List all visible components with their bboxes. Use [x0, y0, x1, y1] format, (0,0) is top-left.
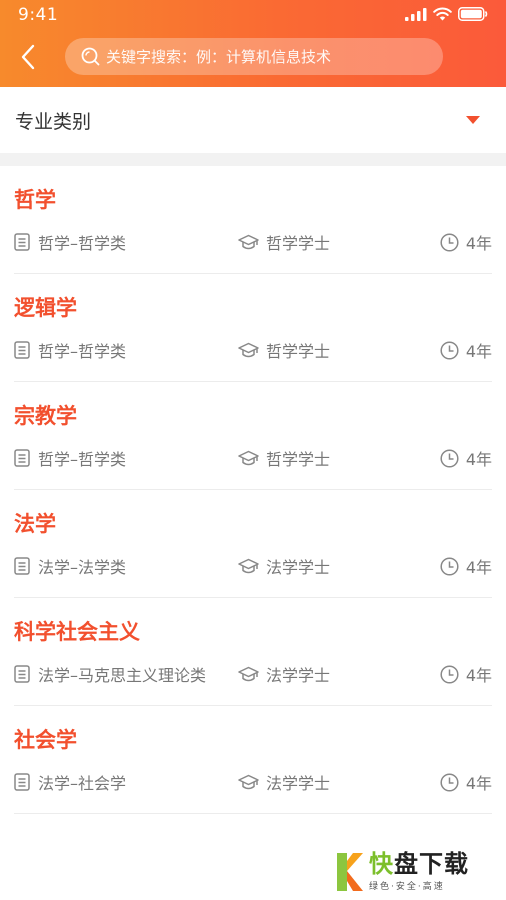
list-item[interactable]: 哲学 哲学–哲学类 哲学学士 4年: [14, 166, 492, 274]
major-years: 4年: [440, 230, 492, 254]
back-button[interactable]: [14, 40, 42, 74]
clock-icon: [440, 448, 459, 468]
major-years-text: 4年: [465, 234, 492, 253]
document-icon: [14, 773, 30, 791]
caret-down-icon: [466, 116, 480, 124]
graduation-cap-icon: [238, 666, 259, 681]
app-header: 9:41 关键字搜索：例：计算机信息技术: [0, 0, 506, 87]
list-item[interactable]: 逻辑学 哲学–哲学类 哲学学士 4年: [14, 274, 492, 382]
major-degree-text: 哲学学士: [266, 234, 331, 253]
major-years: 4年: [440, 770, 492, 794]
major-meta: 哲学–哲学类 哲学学士 4年: [14, 446, 492, 476]
major-category: 哲学–哲学类: [14, 338, 126, 362]
major-years-text: 4年: [465, 558, 492, 577]
major-category: 哲学–哲学类: [14, 446, 126, 470]
category-filter-dropdown[interactable]: 专业类别: [0, 87, 506, 153]
clock-icon: [440, 664, 459, 684]
major-degree-text: 哲学学士: [266, 450, 331, 469]
watermark-brand: 快盘下载: [369, 851, 469, 877]
chevron-left-icon: [21, 44, 35, 70]
list-item[interactable]: 法学 法学–法学类 法学学士 4年: [14, 490, 492, 598]
major-years: 4年: [440, 554, 492, 578]
major-degree-text: 法学学士: [266, 774, 331, 793]
major-years: 4年: [440, 338, 492, 362]
graduation-cap-icon: [238, 234, 259, 249]
major-degree: 哲学学士: [238, 338, 330, 362]
major-degree-text: 法学学士: [266, 666, 331, 685]
major-degree: 法学学士: [238, 554, 330, 578]
major-meta: 法学–马克思主义理论类 法学学士 4年: [14, 662, 492, 692]
major-category: 哲学–哲学类: [14, 230, 126, 254]
list-item[interactable]: 科学社会主义 法学–马克思主义理论类 法学学士 4年: [14, 598, 492, 706]
document-icon: [14, 665, 30, 683]
cellular-signal-icon: [405, 7, 427, 21]
k-logo-icon: [337, 853, 363, 891]
major-degree: 法学学士: [238, 770, 330, 794]
search-placeholder: 关键字搜索：例：计算机信息技术: [106, 48, 332, 66]
major-meta: 法学–社会学 法学学士 4年: [14, 770, 492, 800]
major-title: 哲学: [14, 188, 56, 212]
document-icon: [14, 341, 30, 359]
major-list: 哲学 哲学–哲学类 哲学学士 4年 逻辑学 哲学–哲学类 哲学学士 4年 宗教学…: [0, 166, 506, 814]
major-title: 科学社会主义: [14, 620, 140, 644]
major-category-text: 哲学–哲学类: [38, 234, 127, 253]
list-item[interactable]: 宗教学 哲学–哲学类 哲学学士 4年: [14, 382, 492, 490]
watermark-logo: 快盘下载 绿色·安全·高速: [335, 848, 497, 894]
list-item[interactable]: 社会学 法学–社会学 法学学士 4年: [14, 706, 492, 814]
major-years-text: 4年: [465, 342, 492, 361]
status-time: 9:41: [18, 5, 59, 25]
clock-icon: [440, 556, 459, 576]
clock-icon: [440, 340, 459, 360]
category-filter-label: 专业类别: [15, 110, 92, 133]
major-category-text: 法学–马克思主义理论类: [38, 666, 207, 685]
clock-icon: [440, 232, 459, 252]
major-category-text: 哲学–哲学类: [38, 342, 127, 361]
section-divider: [0, 153, 506, 166]
document-icon: [14, 449, 30, 467]
graduation-cap-icon: [238, 342, 259, 357]
major-category: 法学–社会学: [14, 770, 126, 794]
major-meta: 法学–法学类 法学学士 4年: [14, 554, 492, 584]
search-input[interactable]: 关键字搜索：例：计算机信息技术: [65, 38, 443, 75]
major-category: 法学–法学类: [14, 554, 126, 578]
status-bar: 9:41: [0, 0, 506, 30]
watermark-brand-kuai: 快: [369, 849, 394, 878]
major-title: 宗教学: [14, 404, 77, 428]
watermark-slogan: 绿色·安全·高速: [369, 881, 445, 892]
document-icon: [14, 557, 30, 575]
major-years-text: 4年: [465, 450, 492, 469]
graduation-cap-icon: [238, 558, 259, 573]
major-meta: 哲学–哲学类 哲学学士 4年: [14, 338, 492, 368]
major-degree: 哲学学士: [238, 446, 330, 470]
major-category-text: 法学–法学类: [38, 558, 127, 577]
watermark-brand-rest: 盘下载: [394, 849, 469, 878]
major-category-text: 哲学–哲学类: [38, 450, 127, 469]
graduation-cap-icon: [238, 774, 259, 789]
status-icons: [405, 7, 488, 21]
major-title: 法学: [14, 512, 56, 536]
major-category-text: 法学–社会学: [38, 774, 127, 793]
major-degree-text: 哲学学士: [266, 342, 331, 361]
major-title: 逻辑学: [14, 296, 77, 320]
clock-icon: [440, 772, 459, 792]
major-category: 法学–马克思主义理论类: [14, 662, 206, 686]
major-degree: 哲学学士: [238, 230, 330, 254]
wifi-icon: [433, 7, 452, 21]
major-years-text: 4年: [465, 774, 492, 793]
watermark-text: 快盘下载 绿色·安全·高速: [369, 851, 469, 892]
battery-icon: [458, 7, 488, 21]
search-icon: [81, 47, 100, 66]
major-degree-text: 法学学士: [266, 558, 331, 577]
major-years: 4年: [440, 662, 492, 686]
major-years-text: 4年: [465, 666, 492, 685]
major-meta: 哲学–哲学类 哲学学士 4年: [14, 230, 492, 260]
graduation-cap-icon: [238, 450, 259, 465]
major-title: 社会学: [14, 728, 77, 752]
major-degree: 法学学士: [238, 662, 330, 686]
document-icon: [14, 233, 30, 251]
major-years: 4年: [440, 446, 492, 470]
